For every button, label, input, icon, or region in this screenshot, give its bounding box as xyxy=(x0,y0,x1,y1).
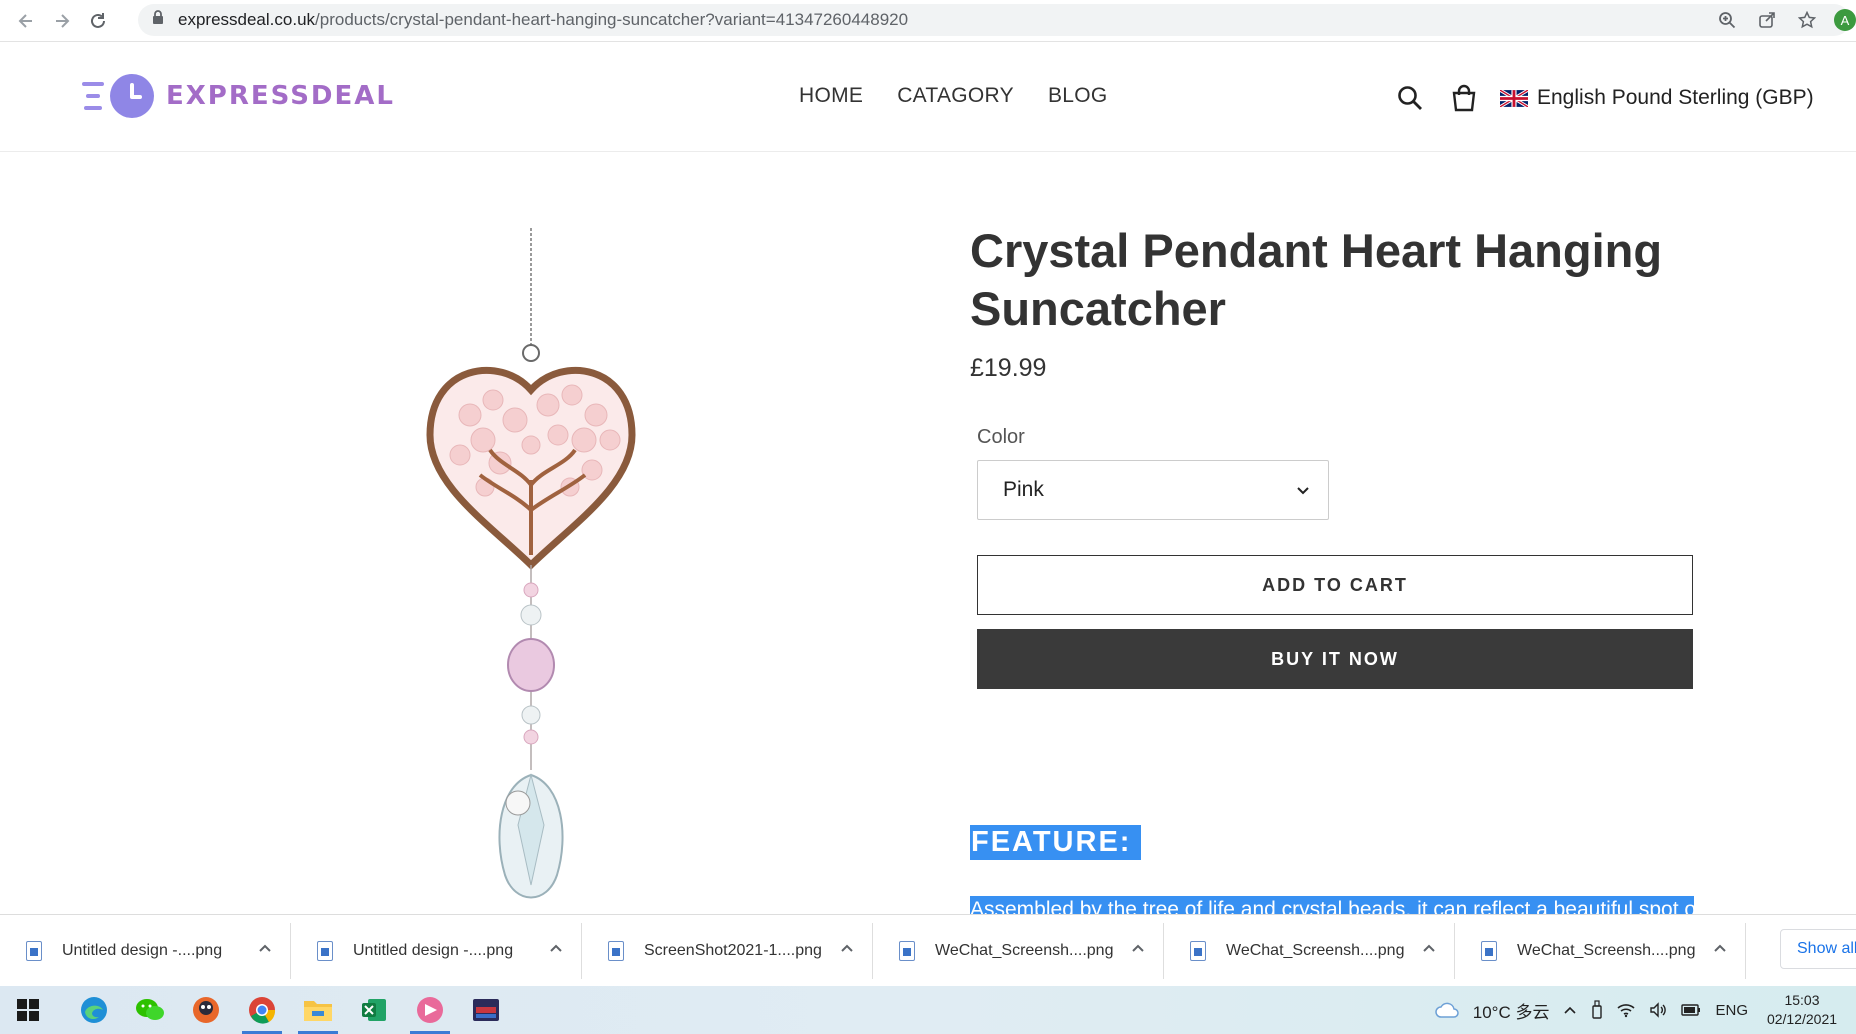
game-app-icon[interactable] xyxy=(178,986,234,1034)
download-item[interactable]: ScreenShot2021-1....png xyxy=(582,922,873,979)
download-filename: WeChat_Screensh....png xyxy=(935,941,1114,959)
system-tray: 10°C 多云 ENG 15:03 02/12/2021 xyxy=(1435,986,1856,1034)
product-image[interactable] xyxy=(200,225,940,915)
site-logo[interactable]: EXPRESSDEAL xyxy=(82,74,395,118)
profile-avatar[interactable]: A xyxy=(1834,9,1856,31)
nav-home[interactable]: HOME xyxy=(799,84,863,108)
clock-time: 15:03 xyxy=(1784,992,1820,1008)
url-host: expressdeal.co.uk xyxy=(178,10,316,29)
download-item[interactable]: WeChat_Screensh....png xyxy=(1455,922,1746,979)
color-select[interactable]: Pink xyxy=(977,460,1329,520)
image-file-icon xyxy=(317,940,333,961)
chevron-up-icon[interactable] xyxy=(549,941,563,960)
wifi-icon[interactable] xyxy=(1617,1002,1636,1018)
download-filename: WeChat_Screensh....png xyxy=(1226,941,1405,959)
battery-icon[interactable] xyxy=(1681,1004,1701,1016)
pink-app-icon[interactable] xyxy=(402,986,458,1034)
taskbar: 10°C 多云 ENG 15:03 02/12/2021 xyxy=(0,986,1856,1034)
edge-browser-icon[interactable] xyxy=(66,986,122,1034)
product-price: £19.99 xyxy=(970,354,1047,382)
logo-text: EXPRESSDEAL xyxy=(166,81,395,111)
address-bar[interactable]: expressdeal.co.uk/products/crystal-penda… xyxy=(138,4,1856,36)
chevron-up-icon[interactable] xyxy=(1563,1005,1577,1015)
image-file-icon xyxy=(1481,940,1497,961)
chevron-down-icon xyxy=(1296,478,1310,502)
usb-icon[interactable] xyxy=(1591,1000,1603,1020)
nav-blog[interactable]: BLOG xyxy=(1048,84,1108,108)
download-item[interactable]: WeChat_Screensh....png xyxy=(873,922,1164,979)
chevron-up-icon[interactable] xyxy=(1422,941,1436,960)
download-item[interactable]: WeChat_Screensh....png xyxy=(1164,922,1455,979)
chevron-up-icon[interactable] xyxy=(1713,941,1727,960)
clock-date: 02/12/2021 xyxy=(1766,1011,1838,1027)
downloads-bar: Untitled design -....png Untitled design… xyxy=(0,914,1856,986)
currency-selector[interactable]: English Pound Sterling (GBP) xyxy=(1500,86,1814,110)
file-explorer-icon[interactable] xyxy=(290,986,346,1034)
product-title: Crystal Pendant Heart Hanging Suncatcher xyxy=(970,224,1663,335)
download-item[interactable]: Untitled design -....png xyxy=(291,922,582,979)
suncatcher-illustration xyxy=(426,228,636,899)
wechat-icon[interactable] xyxy=(122,986,178,1034)
chevron-up-icon[interactable] xyxy=(1131,941,1145,960)
chevron-up-icon[interactable] xyxy=(258,941,272,960)
download-filename: Untitled design -....png xyxy=(353,941,514,959)
input-language[interactable]: ENG xyxy=(1715,1002,1748,1019)
bookmark-star-icon[interactable] xyxy=(1794,7,1820,33)
weather-text[interactable]: 10°C 多云 xyxy=(1473,998,1550,1023)
cart-icon[interactable] xyxy=(1446,80,1482,116)
download-filename: WeChat_Screensh....png xyxy=(1517,941,1696,959)
chrome-icon[interactable] xyxy=(234,986,290,1034)
feature-heading: FEATURE: xyxy=(970,825,1142,860)
weather-cloud-icon[interactable] xyxy=(1435,1001,1459,1019)
reload-icon[interactable] xyxy=(80,3,116,39)
buy-it-now-button[interactable]: BUY IT NOW xyxy=(977,629,1693,689)
back-icon[interactable] xyxy=(8,3,44,39)
share-icon[interactable] xyxy=(1754,7,1780,33)
forward-icon[interactable] xyxy=(44,3,80,39)
show-all-downloads-button[interactable]: Show all xyxy=(1780,929,1856,969)
site-header: EXPRESSDEAL HOME CATAGORY BLOG English P… xyxy=(0,42,1856,152)
lock-icon xyxy=(152,10,164,30)
logo-clock-icon xyxy=(110,74,154,118)
volume-icon[interactable] xyxy=(1649,1002,1667,1018)
system-clock[interactable]: 15:03 02/12/2021 xyxy=(1762,991,1842,1029)
product-info: Crystal Pendant Heart Hanging Suncatcher… xyxy=(970,222,1693,689)
color-select-value: Pink xyxy=(1003,478,1044,501)
browser-toolbar: expressdeal.co.uk/products/crystal-penda… xyxy=(0,0,1856,42)
excel-icon[interactable] xyxy=(346,986,402,1034)
image-file-icon xyxy=(1190,940,1206,961)
logo-speed-lines xyxy=(82,82,104,110)
windows-start-icon[interactable] xyxy=(0,986,56,1034)
download-item[interactable]: Untitled design -....png xyxy=(0,922,291,979)
chevron-up-icon[interactable] xyxy=(840,941,854,960)
nav-catagory[interactable]: CATAGORY xyxy=(897,84,1014,108)
add-to-cart-button[interactable]: ADD TO CART xyxy=(977,555,1693,615)
image-file-icon xyxy=(26,940,42,961)
download-filename: Untitled design -....png xyxy=(62,941,223,959)
url-path: /products/crystal-pendant-heart-hanging-… xyxy=(315,10,909,29)
download-filename: ScreenShot2021-1....png xyxy=(644,941,822,959)
image-file-icon xyxy=(608,940,624,961)
search-icon[interactable] xyxy=(1392,80,1428,116)
image-file-icon xyxy=(899,940,915,961)
photo-app-icon[interactable] xyxy=(458,986,514,1034)
zoom-icon[interactable] xyxy=(1714,7,1740,33)
currency-label: English Pound Sterling (GBP) xyxy=(1537,86,1814,109)
feature-description: Assembled by the tree of life and crysta… xyxy=(970,896,1694,914)
color-option-label: Color xyxy=(977,426,1025,448)
uk-flag-icon xyxy=(1500,89,1528,107)
main-nav: HOME CATAGORY BLOG xyxy=(799,84,1108,108)
